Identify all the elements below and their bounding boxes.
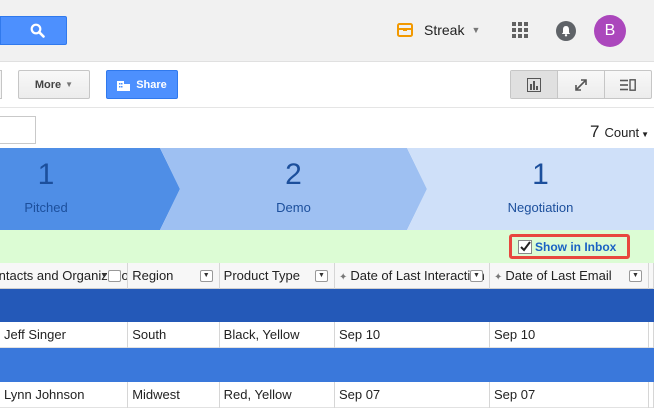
stage-pitched[interactable]: 1 Pitched	[0, 148, 92, 230]
table-row[interactable]: Lynn Johnson Midwest Red, Yellow Sep 07 …	[0, 382, 654, 408]
notifications-bell-icon	[561, 26, 571, 37]
filter-input[interactable]	[0, 116, 36, 144]
chart-view-button[interactable]	[511, 71, 558, 98]
table-header: Contacts and Organizations ▼ Region ▼ Pr…	[0, 263, 654, 289]
stage-count: 1	[532, 158, 549, 191]
checkbox-checked-icon[interactable]	[518, 239, 532, 254]
stage-label: Demo	[276, 200, 311, 215]
list-view-icon	[620, 78, 636, 91]
column-header-region[interactable]: Region ▼	[128, 263, 220, 289]
column-header-last-email[interactable]: ✦ Date of Last Email ▼	[490, 263, 649, 289]
column-menu-icon[interactable]: ▼	[469, 270, 483, 282]
expand-icon	[575, 78, 587, 91]
chevron-down-icon: ▼	[471, 25, 481, 35]
inbox-bar: Show in Inbox	[0, 230, 654, 263]
column-menu-icon[interactable]: ▼	[314, 270, 328, 282]
magic-column-icon: ✦	[338, 272, 348, 283]
share-button[interactable]: Share	[106, 70, 178, 99]
streak-logo-icon	[397, 23, 413, 37]
chart-view-icon	[527, 77, 541, 92]
cell-region[interactable]: Midwest	[128, 382, 220, 408]
avatar[interactable]: B	[594, 15, 626, 47]
chevron-down-icon: ▼	[65, 80, 74, 89]
top-bar: Streak ▼ B	[0, 0, 654, 62]
cell-product-type[interactable]: Red, Yellow	[220, 382, 335, 408]
share-label: Share	[136, 78, 167, 91]
show-in-inbox-label: Show in Inbox	[535, 239, 617, 254]
toolbar-left-button[interactable]	[0, 70, 2, 99]
streak-label: Streak	[424, 22, 465, 38]
column-header-product-type[interactable]: Product Type ▼	[220, 263, 335, 289]
list-view-button[interactable]	[605, 71, 651, 98]
search-icon	[30, 23, 45, 38]
more-label: More	[34, 78, 62, 91]
boxes-table: Contacts and Organizations ▼ Region ▼ Pr…	[0, 263, 654, 412]
cell-extra[interactable]	[649, 382, 654, 408]
column-header-contacts[interactable]: Contacts and Organizations ▼	[0, 263, 129, 289]
column-title: Region	[132, 268, 174, 283]
cell-extra[interactable]	[649, 322, 654, 348]
stage-count: 2	[285, 158, 302, 191]
column-menu-icon[interactable]: ▼	[629, 270, 642, 282]
stage-label: Negotiation	[507, 200, 574, 215]
count-label: Count	[604, 125, 640, 140]
view-toggle-group	[510, 70, 652, 99]
stage-group-header[interactable]	[0, 289, 654, 322]
column-menu-icon[interactable]: ▼	[100, 270, 122, 282]
column-header-last-interaction[interactable]: ✦ Date of Last Interaction ▼	[335, 263, 490, 289]
column-title: Product Type	[223, 268, 301, 283]
cell-last-interaction[interactable]: Sep 10	[335, 322, 490, 348]
expand-button[interactable]	[558, 71, 605, 98]
cell-last-email[interactable]: Sep 07	[490, 382, 649, 408]
building-icon	[117, 80, 131, 91]
count-selector[interactable]: 7 Count ▼	[590, 122, 649, 142]
toolbar: More ▼ Share	[0, 62, 654, 108]
apps-grid-icon[interactable]	[512, 22, 528, 38]
column-menu-icon[interactable]: ▼	[199, 270, 213, 282]
stage-label: Pitched	[24, 200, 68, 215]
column-title: Date of Last Interaction	[350, 268, 485, 283]
chevron-down-icon: ▼	[641, 130, 650, 139]
stage-group-header[interactable]	[0, 348, 654, 382]
show-in-inbox-toggle[interactable]: Show in Inbox	[509, 234, 630, 259]
cell-contact[interactable]: Lynn Johnson	[0, 382, 129, 408]
more-button[interactable]: More ▼	[18, 70, 90, 99]
stage-count: 1	[37, 158, 55, 191]
cell-last-interaction[interactable]: Sep 07	[335, 382, 490, 408]
table-row[interactable]: Jeff Singer South Black, Yellow Sep 10 S…	[0, 322, 654, 348]
notifications-button[interactable]	[556, 21, 576, 41]
cell-last-email[interactable]: Sep 10	[490, 322, 649, 348]
cell-region[interactable]: South	[128, 322, 220, 348]
stage-demo[interactable]: 2 Demo	[180, 148, 407, 230]
pipeline-stages: 1 Pitched 2 Demo 1 Negotiation	[0, 148, 654, 230]
cell-contact[interactable]: Jeff Singer	[0, 322, 129, 348]
cell-product-type[interactable]: Black, Yellow	[220, 322, 335, 348]
column-header-extra[interactable]	[649, 263, 654, 289]
filter-bar: 7 Count ▼	[0, 108, 654, 148]
column-title: Date of Last Email	[505, 268, 612, 283]
magic-column-icon: ✦	[493, 272, 503, 283]
search-button[interactable]	[0, 16, 67, 45]
count-value: 7	[590, 122, 600, 141]
streak-menu[interactable]: Streak ▼	[397, 20, 480, 40]
stage-negotiation[interactable]: 1 Negotiation	[427, 148, 654, 230]
